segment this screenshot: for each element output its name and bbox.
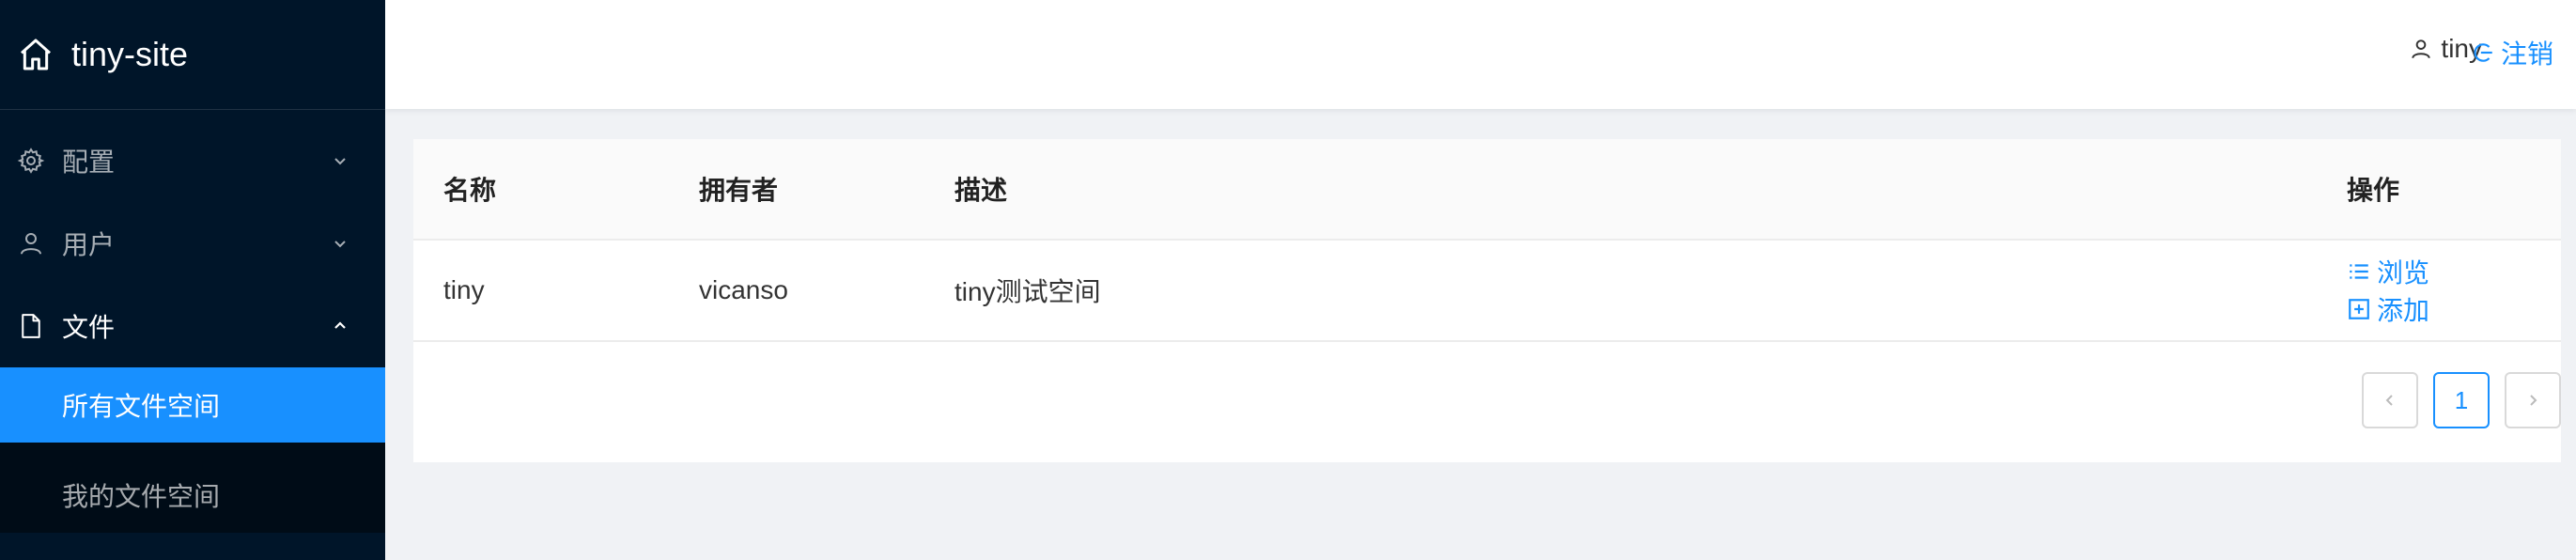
cell-owner: vicanso <box>669 240 924 342</box>
logout-label: 注销 <box>2500 39 2553 69</box>
page-number[interactable]: 1 <box>2433 372 2490 428</box>
table-header-row: 名称 拥有者 描述 操作 <box>413 139 2561 241</box>
sidebar: tiny-site 配置 用户 文件 所有文件空间 我的文件空间 <box>0 0 385 560</box>
menu-item-files[interactable]: 文件 <box>0 285 385 367</box>
brand[interactable]: tiny-site <box>0 0 385 110</box>
user-icon <box>17 229 45 257</box>
chevron-right-icon <box>2530 395 2537 406</box>
table-row: tiny vicanso tiny测试空间 浏览 添加 <box>413 240 2561 342</box>
column-header-actions: 操作 <box>2317 139 2561 241</box>
column-header-name: 名称 <box>413 139 669 241</box>
column-header-description: 描述 <box>924 139 2317 241</box>
menu-item-label: 文件 <box>62 313 116 342</box>
next-page-button[interactable] <box>2505 372 2561 428</box>
submenu-item-all-spaces[interactable]: 所有文件空间 <box>0 367 385 443</box>
home-icon <box>17 36 54 73</box>
user-icon <box>2409 37 2441 61</box>
menu-item-label: 配置 <box>62 148 116 177</box>
file-icon <box>17 312 45 340</box>
browse-button[interactable]: 浏览 <box>2347 253 2429 290</box>
logout-button[interactable]: 注销 <box>2471 34 2553 71</box>
list-icon <box>2347 259 2377 284</box>
prev-page-button[interactable] <box>2362 372 2418 428</box>
spaces-table-card: 名称 拥有者 描述 操作 tiny vicanso tiny测试空间 浏览 添加… <box>413 139 2561 462</box>
files-submenu: 所有文件空间 我的文件空间 <box>0 367 385 533</box>
chevron-up-icon <box>331 317 349 335</box>
pagination: 1 <box>2362 372 2561 428</box>
gear-icon <box>17 147 45 175</box>
column-header-owner: 拥有者 <box>669 139 924 241</box>
chevron-left-icon <box>2385 395 2393 406</box>
chevron-down-icon <box>331 234 349 253</box>
logout-icon <box>2471 40 2501 65</box>
spaces-table: 名称 拥有者 描述 操作 tiny vicanso tiny测试空间 浏览 添加 <box>413 139 2561 342</box>
brand-title: tiny-site <box>71 35 189 73</box>
browse-label: 浏览 <box>2377 258 2430 288</box>
plus-square-icon <box>2347 297 2377 321</box>
cell-description: tiny测试空间 <box>924 240 2317 342</box>
add-button[interactable]: 添加 <box>2347 290 2429 328</box>
cell-actions: 浏览 添加 <box>2317 240 2561 342</box>
add-label: 添加 <box>2377 296 2430 325</box>
cell-name: tiny <box>413 240 669 342</box>
menu-item-config[interactable]: 配置 <box>0 119 385 202</box>
menu-item-label: 用户 <box>62 230 116 259</box>
submenu-item-my-spaces[interactable]: 我的文件空间 <box>0 458 385 533</box>
menu-item-users[interactable]: 用户 <box>0 202 385 285</box>
header: tiny 注销 <box>385 0 2576 109</box>
chevron-down-icon <box>331 151 349 170</box>
